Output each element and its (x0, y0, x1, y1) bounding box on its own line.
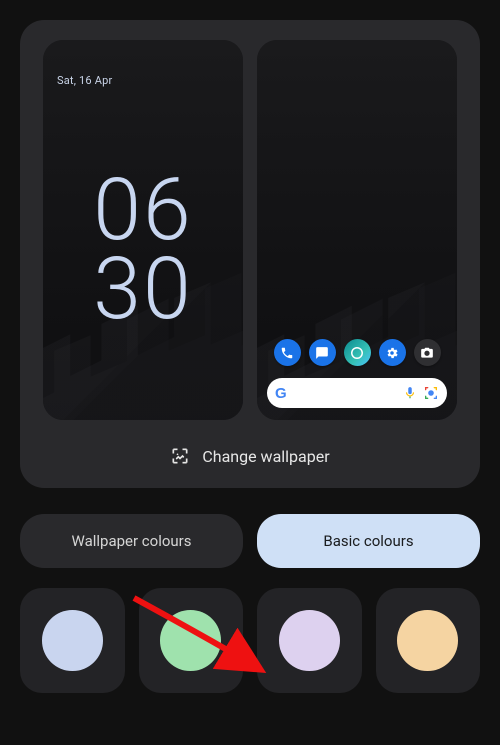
app-dock (257, 339, 457, 366)
change-wallpaper-label: Change wallpaper (202, 447, 329, 466)
lockscreen-clock: 06 30 (43, 170, 243, 328)
change-wallpaper-button[interactable]: Change wallpaper (36, 446, 464, 466)
clock-minutes: 30 (43, 249, 243, 328)
swatch-option-1[interactable] (20, 588, 125, 693)
lockscreen-date: Sat, 16 Apr (57, 74, 112, 87)
swatch-option-2[interactable] (139, 588, 244, 693)
google-logo-icon: G (275, 385, 287, 402)
swatch-color (397, 610, 458, 671)
colour-source-tabs: Wallpaper colours Basic colours (20, 514, 480, 568)
homescreen-preview[interactable]: G (257, 40, 457, 420)
preview-panel: Sat, 16 Apr 06 30 (20, 20, 480, 488)
swatch-color (279, 610, 340, 671)
swatch-color (160, 610, 221, 671)
app-icon-edge (344, 339, 371, 366)
app-icon-phone (274, 339, 301, 366)
swatch-option-3[interactable] (257, 588, 362, 693)
previews-row: Sat, 16 Apr 06 30 (36, 40, 464, 420)
tab-label: Basic colours (323, 532, 413, 550)
app-icon-settings (379, 339, 406, 366)
lens-icon (423, 385, 439, 401)
swatch-color (42, 610, 103, 671)
swatch-option-4[interactable] (376, 588, 481, 693)
tab-basic-colours[interactable]: Basic colours (257, 514, 480, 568)
wallpaper-icon (170, 446, 190, 466)
app-icon-messages (309, 339, 336, 366)
tab-label: Wallpaper colours (72, 532, 192, 550)
tab-wallpaper-colours[interactable]: Wallpaper colours (20, 514, 243, 568)
colour-swatches (20, 588, 480, 693)
mic-icon (403, 386, 417, 400)
google-search-bar: G (267, 378, 447, 408)
app-icon-camera (414, 339, 441, 366)
lockscreen-preview[interactable]: Sat, 16 Apr 06 30 (43, 40, 243, 420)
